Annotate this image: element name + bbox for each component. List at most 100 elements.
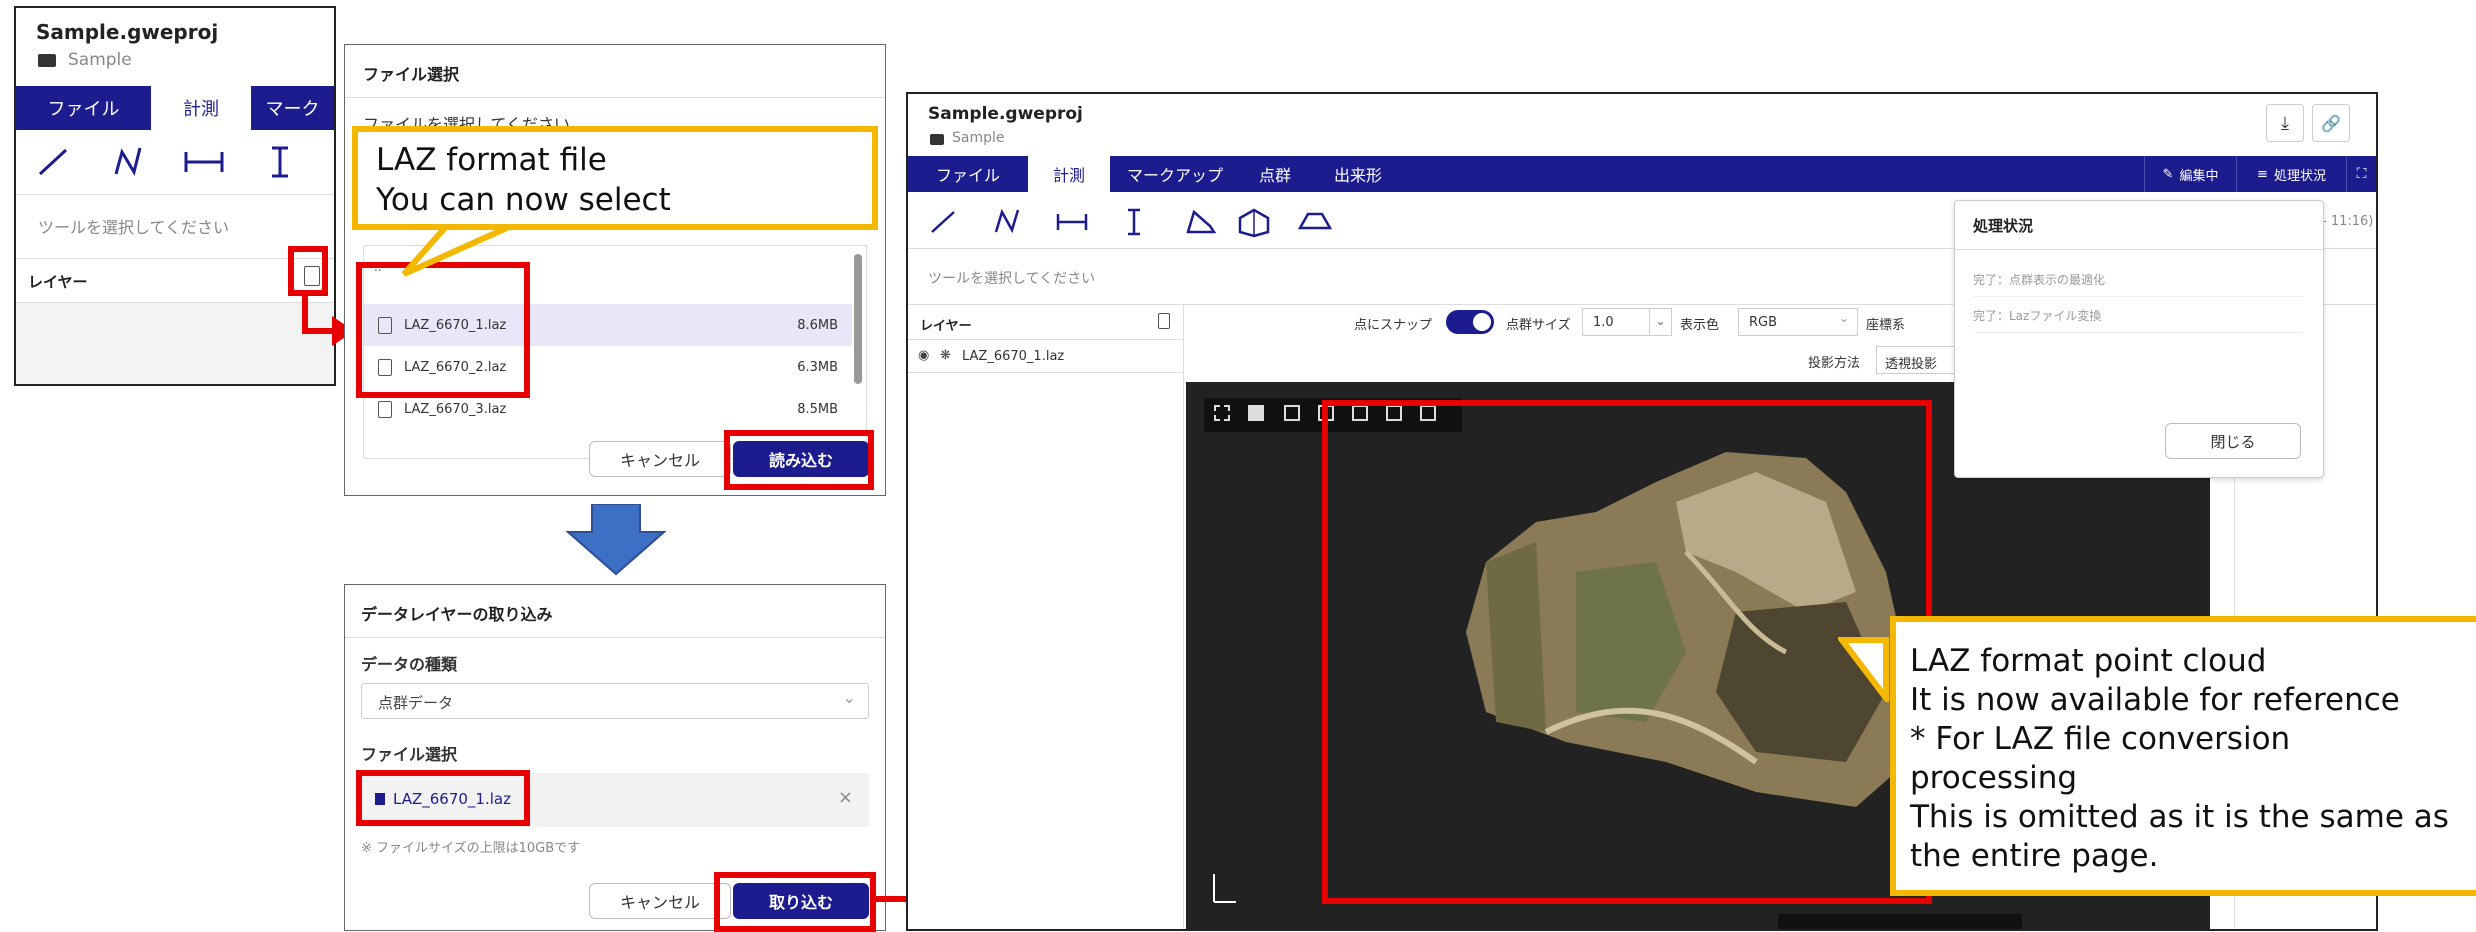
snap-toggle[interactable] [1446, 310, 1494, 334]
snap-label: 点にスナップ [1354, 318, 1433, 333]
divider [345, 637, 885, 638]
file-select-label: ファイル選択 [361, 745, 458, 764]
callout-line: It is now available for reference [1910, 682, 2400, 718]
divider [16, 258, 334, 259]
main-tab-bar: ファイル 計測 マークアップ 点群 出来形 ✎ 編集中 ≡ 処理状況 ⛶ [908, 156, 2376, 192]
status-item: 完了：点群表示の最適化 [1973, 271, 2303, 297]
down-arrow-icon [566, 504, 666, 576]
scrollbar[interactable] [854, 254, 862, 384]
cancel-button[interactable]: キャンセル [589, 441, 731, 477]
divider [908, 339, 1184, 340]
projection-value: 透視投影 [1885, 357, 1938, 372]
projection-label: 投影方法 [1808, 356, 1861, 371]
add-layer-icon[interactable] [1158, 313, 1170, 329]
status-popup: 処理状況 完了：点群表示の最適化 完了：Lazファイル変換 閉じる [1954, 200, 2324, 478]
view-front-icon[interactable] [1248, 405, 1264, 421]
tab-measure[interactable]: 計測 [1028, 156, 1110, 192]
callout-line: the entire page. [1910, 838, 2159, 874]
callout-laz-select: LAZ format file You can now select [352, 126, 878, 230]
project-title: Sample.gweproj [36, 20, 219, 44]
divider [345, 97, 885, 98]
measure-tool-icons [931, 208, 1333, 238]
data-type-value: 点群データ [378, 694, 454, 712]
timestamp-fragment: - 11:16) [2322, 214, 2374, 229]
tool-prompt: ツールを選択してください [38, 218, 230, 237]
import-button-highlight [714, 872, 876, 932]
toggle-knob [1473, 313, 1491, 331]
point-size-label: 点群サイズ [1506, 318, 1571, 333]
measure-tool-icons [38, 146, 288, 178]
tab-measure[interactable]: 計測 [151, 86, 251, 130]
projection-select[interactable]: 透視投影 [1876, 346, 1956, 374]
left-tab-bar: ファイル 計測 マーク [16, 86, 334, 130]
status-button[interactable]: ≡ 処理状況 [2236, 156, 2346, 192]
cancel-button[interactable]: キャンセル [589, 883, 731, 919]
view-back-icon[interactable] [1284, 405, 1300, 421]
file-size: 8.6MB [797, 317, 838, 333]
chevron-down-icon: ⌄ [842, 688, 856, 707]
view-select-icon[interactable] [1214, 405, 1230, 421]
folder-icon [930, 134, 944, 145]
file-icon [378, 400, 392, 418]
data-type-select[interactable]: 点群データ ⌄ [361, 683, 869, 719]
file-list-highlight [356, 262, 530, 398]
tool-prompt: ツールを選択してください [928, 271, 1096, 287]
file-size-note: ※ ファイルサイズの上限は10GBです [361, 841, 581, 856]
viewer-status-bar [1778, 914, 2022, 929]
download-icon[interactable]: ⤓ [2266, 104, 2304, 142]
point-cloud-icon: ❋ [940, 348, 951, 363]
list-icon: ≡ [2257, 166, 2268, 182]
link-icon[interactable]: 🔗 [2312, 104, 2350, 142]
dialog-title: ファイル選択 [363, 65, 460, 84]
callout-line: LAZ format file [376, 142, 607, 178]
project-title: Sample.gweproj [928, 104, 1083, 124]
fullscreen-icon[interactable]: ⛶ [2346, 156, 2376, 192]
point-size-select[interactable]: 1.0 ⌄ [1582, 308, 1672, 336]
tab-markup[interactable]: マークアップ [1110, 156, 1240, 192]
file-name: LAZ_6670_3.laz [404, 401, 507, 417]
display-color-select[interactable]: RGB ⌄ [1738, 308, 1858, 336]
chevron-down-icon: ⌄ [1838, 311, 1849, 325]
layer-item[interactable]: ◉ ❋ LAZ_6670_1.laz [908, 341, 1184, 373]
callout-pointer [1838, 637, 1889, 702]
tab-as-built[interactable]: 出来形 [1310, 156, 1406, 192]
close-button[interactable]: 閉じる [2165, 423, 2301, 459]
callout-line: This is omitted as it is the same as [1910, 799, 2449, 835]
layer-header: レイヤー [28, 273, 88, 291]
remove-file-icon[interactable]: × [838, 787, 853, 808]
data-type-label: データの種類 [361, 655, 458, 674]
file-size: 6.3MB [797, 359, 838, 375]
edit-label: 編集中 [2179, 168, 2219, 184]
status-item: 完了：Lazファイル変換 [1973, 307, 2303, 333]
file-size: 8.5MB [797, 401, 838, 417]
divider [1955, 249, 2323, 250]
layer-item-name: LAZ_6670_1.laz [962, 349, 1065, 364]
callout-line: processing [1910, 760, 2078, 796]
folder-name: Sample [68, 50, 132, 70]
tab-point-cloud[interactable]: 点群 [1240, 156, 1310, 192]
left-app-panel: Sample.gweproj Sample ファイル 計測 マーク ツールを選択… [14, 6, 336, 386]
add-layer-highlight [288, 246, 328, 296]
folder-name: Sample [952, 130, 1005, 146]
callout-line: LAZ format point cloud [1910, 643, 2267, 679]
tab-file[interactable]: ファイル [908, 156, 1028, 192]
load-button-highlight [724, 430, 874, 490]
panel-body-gray [16, 303, 334, 384]
dialog-title: データレイヤーの取り込み [361, 605, 553, 624]
tab-markup[interactable]: マーク [251, 86, 334, 130]
callout-laz-cloud: LAZ format point cloud It is now availab… [1890, 616, 2476, 896]
pencil-icon: ✎ [2162, 166, 2174, 182]
edit-button[interactable]: ✎ 編集中 [2144, 156, 2236, 192]
eye-icon[interactable]: ◉ [918, 348, 929, 363]
tab-file[interactable]: ファイル [16, 86, 151, 130]
point-size-value: 1.0 [1593, 315, 1614, 330]
status-popup-title: 処理状況 [1973, 217, 2034, 235]
axis-gizmo-icon [1213, 874, 1236, 903]
divider [16, 194, 334, 195]
callout-line: You can now select [376, 182, 671, 218]
coordinate-label: 座標系 [1866, 318, 1906, 333]
layer-sidebar: レイヤー ◉ ❋ LAZ_6670_1.laz [908, 305, 1184, 929]
layer-header: レイヤー [920, 319, 972, 334]
connector-line [302, 328, 336, 334]
folder-icon [38, 54, 56, 67]
